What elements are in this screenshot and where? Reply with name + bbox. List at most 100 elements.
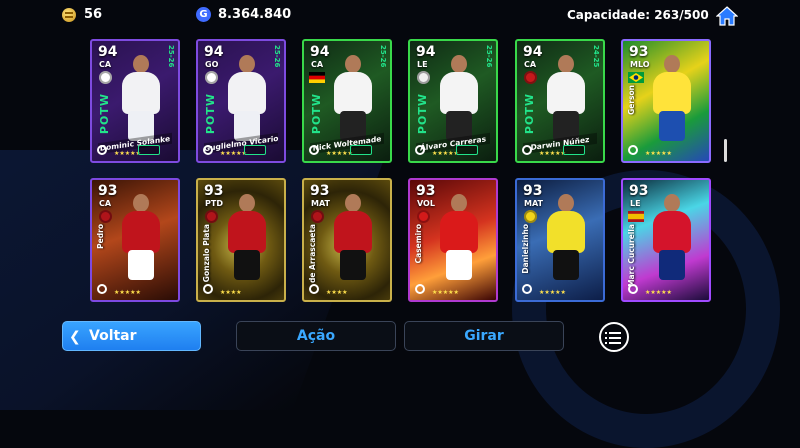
scrollbar[interactable]	[724, 139, 727, 162]
potw-label: POTW	[98, 93, 111, 135]
player-image	[649, 194, 695, 280]
player-rating: 94	[416, 44, 436, 60]
list-menu-icon[interactable]	[599, 322, 629, 352]
action-button[interactable]: Ação	[236, 321, 396, 351]
player-stars: ★★★★★	[432, 150, 459, 157]
back-button-label: Voltar	[89, 328, 137, 344]
player-name: Marc Cucurella	[627, 224, 636, 287]
player-image	[118, 194, 164, 280]
player-card[interactable]: 94 CA POTW 25-26 Nick Woltemade ★★★★★	[302, 39, 392, 163]
efootball-logo-icon	[628, 284, 638, 294]
efootball-logo-icon	[628, 145, 638, 155]
back-button[interactable]: ❮ Voltar	[62, 321, 201, 351]
player-image	[330, 194, 376, 280]
season-label: 25-26	[379, 45, 387, 68]
player-stars: ★★★★★	[539, 289, 566, 296]
club-crest-icon	[205, 71, 218, 84]
spain-flag-icon	[628, 211, 644, 222]
efootball-logo-icon	[203, 284, 213, 294]
player-position: CA	[99, 199, 112, 208]
efootball-logo-icon	[415, 284, 425, 294]
player-image	[118, 55, 164, 141]
efootball-logo-icon	[97, 145, 107, 155]
player-rating: 94	[204, 44, 224, 60]
efootball-logo-icon	[309, 284, 319, 294]
player-card[interactable]: 93 PTD Gonzalo Plata ★★★★	[196, 178, 286, 302]
player-image	[330, 55, 376, 141]
potw-label: POTW	[310, 93, 323, 135]
player-card[interactable]: 93 VOL Casemiro ★★★★★	[408, 178, 498, 302]
efootball-logo-icon	[309, 145, 319, 155]
home-icon[interactable]	[716, 6, 738, 26]
efootball-logo-icon	[97, 284, 107, 294]
potw-badge	[563, 145, 585, 155]
player-image	[543, 194, 589, 280]
player-card[interactable]: 93 MAT Danielzinho ★★★★★	[515, 178, 605, 302]
club-crest-icon	[205, 210, 218, 223]
player-position: GO	[205, 60, 219, 69]
player-name: Casemiro	[414, 224, 423, 264]
efootball-logo-icon	[203, 145, 213, 155]
potw-badge	[244, 145, 266, 155]
player-position: CA	[311, 60, 324, 69]
player-image	[543, 55, 589, 141]
player-rating: 93	[629, 183, 649, 199]
player-card[interactable]: 94 CA POTW 24-25 Darwin Núñez ★★★★★	[515, 39, 605, 163]
player-position: MAT	[311, 199, 330, 208]
player-stars: ★★★★	[220, 289, 242, 296]
efootball-logo-icon	[522, 145, 532, 155]
potw-badge	[350, 145, 372, 155]
club-crest-icon	[99, 71, 112, 84]
player-name: de Arrascaeta	[308, 224, 317, 284]
player-rating: 93	[204, 183, 224, 199]
player-card[interactable]: 94 GO POTW 25-26 Guglielmo Vicario ★★★★★	[196, 39, 286, 163]
player-stars: ★★★★	[326, 289, 348, 296]
club-crest-icon	[417, 210, 430, 223]
gp-balance: 8.364.840	[218, 7, 292, 22]
player-card[interactable]: 93 MLO Gerson ★★★★★	[621, 39, 711, 163]
player-position: LE	[630, 199, 641, 208]
player-rating: 93	[310, 183, 330, 199]
potw-badge	[138, 145, 160, 155]
player-image	[224, 55, 270, 141]
player-position: CA	[524, 60, 537, 69]
player-position: MLO	[630, 60, 650, 69]
player-stars: ★★★★★	[114, 150, 141, 157]
potw-label: POTW	[204, 93, 217, 135]
player-position: CA	[99, 60, 112, 69]
brazil-flag-icon	[628, 72, 644, 83]
player-rating: 93	[523, 183, 543, 199]
player-rating: 94	[523, 44, 543, 60]
player-card[interactable]: 94 LE POTW 25-26 Álvaro Carreras ★★★★★	[408, 39, 498, 163]
player-position: VOL	[417, 199, 435, 208]
coin-balance: 56	[84, 7, 103, 22]
efootball-logo-icon	[415, 145, 425, 155]
player-card[interactable]: 94 CA POTW 25-26 Dominic Solanke ★★★★★	[90, 39, 180, 163]
player-stars: ★★★★★	[114, 289, 141, 296]
player-image	[436, 194, 482, 280]
player-rating: 94	[310, 44, 330, 60]
player-stars: ★★★★★	[220, 150, 247, 157]
season-label: 25-26	[273, 45, 281, 68]
player-image	[649, 55, 695, 141]
germany-flag-icon	[309, 72, 325, 83]
efootball-logo-icon	[522, 284, 532, 294]
rotate-button[interactable]: Girar	[404, 321, 564, 351]
season-label: 25-26	[167, 45, 175, 68]
player-name: Gonzalo Plata	[202, 224, 211, 283]
player-stars: ★★★★★	[539, 150, 566, 157]
player-card[interactable]: 93 CA Pedro ★★★★★	[90, 178, 180, 302]
player-position: MAT	[524, 199, 543, 208]
coin-icon	[62, 8, 76, 22]
top-bar: 56 G 8.364.840 Capacidade: 263/500	[0, 0, 800, 34]
club-crest-icon	[311, 210, 324, 223]
player-image	[224, 194, 270, 280]
player-card[interactable]: 93 MAT de Arrascaeta ★★★★	[302, 178, 392, 302]
season-label: 25-26	[485, 45, 493, 68]
player-stars: ★★★★★	[432, 289, 459, 296]
potw-label: POTW	[416, 93, 429, 135]
player-position: LE	[417, 60, 428, 69]
player-rating: 93	[416, 183, 436, 199]
player-card[interactable]: 93 LE Marc Cucurella ★★★★★	[621, 178, 711, 302]
potw-badge	[456, 145, 478, 155]
